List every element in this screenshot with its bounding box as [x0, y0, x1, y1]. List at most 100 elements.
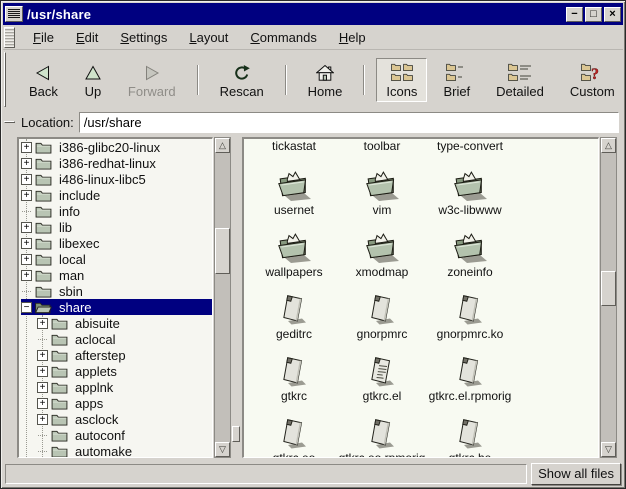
expander-plus-icon[interactable]: [37, 382, 48, 393]
expander-plus-icon[interactable]: [21, 254, 32, 265]
file-item[interactable]: vim: [338, 155, 426, 217]
menubar-grip[interactable]: [4, 27, 15, 48]
file-item[interactable]: toolbar: [338, 139, 426, 155]
tree-scroll-thumb[interactable]: [215, 228, 230, 274]
tree-item[interactable]: asclock: [19, 411, 212, 427]
back-button[interactable]: Back: [19, 58, 68, 102]
tree-item[interactable]: afterstep: [19, 347, 212, 363]
tree-item[interactable]: aclocal: [19, 331, 212, 347]
file-item[interactable]: usernet: [250, 155, 338, 217]
file-item[interactable]: geditrc: [250, 279, 338, 341]
menu-file[interactable]: File: [23, 28, 64, 47]
expander-plus-icon[interactable]: [37, 398, 48, 409]
tree-item[interactable]: info: [19, 203, 212, 219]
expander-plus-icon[interactable]: [21, 158, 32, 169]
file-item[interactable]: tickastat: [250, 139, 338, 155]
location-grip[interactable]: [4, 121, 15, 123]
file-icon-view[interactable]: tickastat toolbar type-convert usernet v…: [242, 137, 599, 458]
folder-icon: [51, 445, 68, 458]
forward-button[interactable]: Forward: [118, 58, 186, 102]
document-icon: [452, 354, 488, 388]
expander-plus-icon[interactable]: [37, 366, 48, 377]
file-item[interactable]: type-convert: [426, 139, 514, 155]
tree-item[interactable]: i486-linux-libc5: [19, 171, 212, 187]
file-scroll-thumb[interactable]: [601, 271, 616, 306]
file-item[interactable]: gnorpmrc: [338, 279, 426, 341]
menu-help[interactable]: Help: [329, 28, 376, 47]
file-item[interactable]: gtkrc.he: [426, 403, 514, 458]
titlebar[interactable]: /usr/share − □ ×: [3, 3, 623, 25]
file-item[interactable]: gtkrc: [250, 341, 338, 403]
scroll-down-icon[interactable]: ▽: [601, 442, 616, 457]
tree-item[interactable]: include: [19, 187, 212, 203]
expander-plus-icon[interactable]: [37, 414, 48, 425]
tree-item[interactable]: abisuite: [19, 315, 212, 331]
tree-item[interactable]: automake: [19, 443, 212, 458]
tree-item[interactable]: applnk: [19, 379, 212, 395]
expander-plus-icon[interactable]: [21, 270, 32, 281]
scroll-up-icon[interactable]: △: [601, 138, 616, 153]
file-item[interactable]: gnorpmrc.ko: [426, 279, 514, 341]
scroll-down-icon[interactable]: ▽: [215, 442, 230, 457]
tree-item[interactable]: i386-glibc20-linux: [19, 139, 212, 155]
home-button[interactable]: Home: [298, 58, 353, 102]
tree-item[interactable]: sbin: [19, 283, 212, 299]
menu-edit[interactable]: Edit: [66, 28, 108, 47]
detailed-view-button[interactable]: Detailed: [486, 58, 554, 102]
expander-plus-icon[interactable]: [37, 318, 48, 329]
file-item[interactable]: xmodmap: [338, 217, 426, 279]
document-icon: [452, 292, 488, 326]
file-item[interactable]: gtkrc.eo: [250, 403, 338, 458]
tree-item-selected[interactable]: share: [19, 299, 212, 315]
menu-commands[interactable]: Commands: [240, 28, 326, 47]
scroll-up-icon[interactable]: △: [215, 138, 230, 153]
folder-icon: [452, 230, 488, 264]
file-item[interactable]: gtkrc.el: [338, 341, 426, 403]
tree-scroll-track[interactable]: [215, 153, 230, 442]
location-input[interactable]: [79, 112, 619, 133]
file-scroll-track[interactable]: [601, 153, 616, 442]
window-menu-button[interactable]: [5, 6, 23, 22]
rescan-button[interactable]: Rescan: [210, 58, 274, 102]
toolbar-separator: [363, 65, 365, 95]
file-item[interactable]: gtkrc.eo.rpmorig: [338, 403, 426, 458]
expander-plus-icon[interactable]: [21, 222, 32, 233]
brief-view-button[interactable]: Brief: [433, 58, 480, 102]
minimize-button[interactable]: −: [566, 7, 583, 22]
close-button[interactable]: ×: [604, 7, 621, 22]
folder-icon: [51, 381, 68, 394]
tree-item[interactable]: autoconf: [19, 427, 212, 443]
directory-tree[interactable]: i386-glibc20-linux i386-redhat-linux i48…: [17, 137, 213, 458]
tree-item[interactable]: libexec: [19, 235, 212, 251]
tree-item[interactable]: apps: [19, 395, 212, 411]
tree-item[interactable]: i386-redhat-linux: [19, 155, 212, 171]
icons-view-button[interactable]: Icons: [376, 58, 427, 102]
tree-scrollbar[interactable]: △ ▽: [214, 137, 231, 458]
expander-plus-icon[interactable]: [21, 238, 32, 249]
tree-item[interactable]: man: [19, 267, 212, 283]
tree-item[interactable]: lib: [19, 219, 212, 235]
expander-plus-icon[interactable]: [21, 174, 32, 185]
file-scrollbar[interactable]: △ ▽: [600, 137, 617, 458]
up-button[interactable]: Up: [74, 58, 112, 102]
expander-plus-icon[interactable]: [21, 190, 32, 201]
maximize-button[interactable]: □: [585, 7, 602, 22]
menu-settings[interactable]: Settings: [110, 28, 177, 47]
custom-view-button[interactable]: Custom: [560, 58, 625, 102]
file-item[interactable]: gtkrc.el.rpmorig: [426, 341, 514, 403]
document-text-icon: [364, 354, 400, 388]
toolbar-grip[interactable]: [4, 52, 6, 107]
expander-minus-icon[interactable]: [21, 302, 32, 313]
file-item[interactable]: wallpapers: [250, 217, 338, 279]
file-item[interactable]: zoneinfo: [426, 217, 514, 279]
tree-item[interactable]: applets: [19, 363, 212, 379]
show-all-files-button[interactable]: Show all files: [531, 463, 621, 485]
tree-item[interactable]: local: [19, 251, 212, 267]
pane-splitter[interactable]: [231, 137, 242, 458]
expander-plus-icon[interactable]: [21, 142, 32, 153]
menu-layout[interactable]: Layout: [179, 28, 238, 47]
splitter-grip[interactable]: [232, 426, 240, 442]
file-item[interactable]: w3c-libwww: [426, 155, 514, 217]
folder-icon: [364, 230, 400, 264]
expander-plus-icon[interactable]: [37, 350, 48, 361]
